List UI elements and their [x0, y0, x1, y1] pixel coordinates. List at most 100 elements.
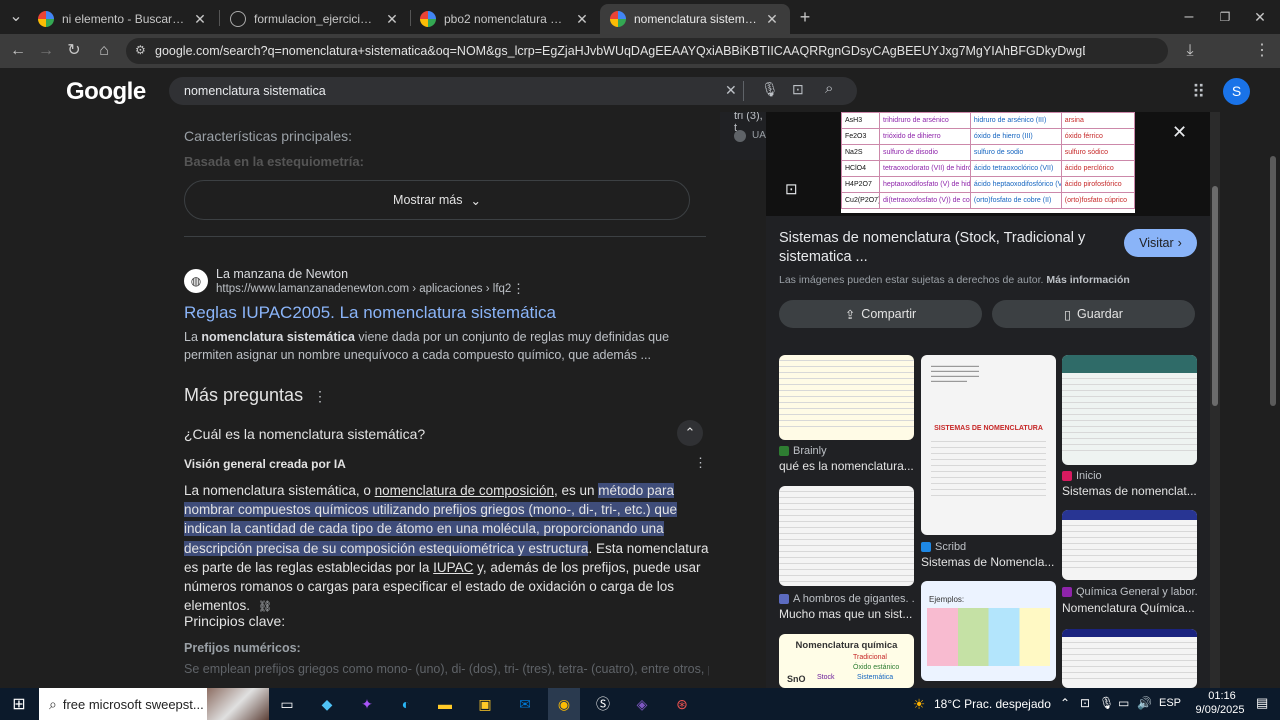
- window-close-icon[interactable]: ✕: [1248, 5, 1272, 29]
- related-caption[interactable]: Mucho mas que un sist...: [779, 607, 914, 621]
- image-preview[interactable]: AsH3 trihidruro de arsénico hidruro de ars…: [766, 112, 1210, 216]
- related-thumb-nomenclatura-quimica[interactable]: Nomenclatura química Tradicional Óxido e…: [779, 634, 914, 688]
- share-button[interactable]: ⇪ Compartir: [779, 300, 982, 328]
- question-text[interactable]: ¿Cuál es la nomenclatura sistemática?: [184, 426, 425, 442]
- download-icon[interactable]: ⤓: [1178, 39, 1202, 63]
- app-icon-purple[interactable]: ◈: [629, 692, 655, 716]
- result-site-name[interactable]: La manzana de Newton: [216, 267, 348, 281]
- site-settings-icon[interactable]: ⚙: [135, 43, 146, 57]
- notification-icon[interactable]: ▤: [1256, 695, 1268, 711]
- related-thumb-inicio[interactable]: [1062, 355, 1197, 465]
- restore-icon[interactable]: ❐: [1213, 5, 1237, 29]
- result-title-link[interactable]: Reglas IUPAC2005. La nomenclatura sistem…: [184, 303, 556, 323]
- microphone-icon[interactable]: 🎙: [761, 81, 779, 98]
- file-explorer-icon[interactable]: ▬: [432, 692, 458, 716]
- menu-dots-icon[interactable]: ⋮: [1250, 39, 1274, 63]
- copilot-icon[interactable]: ✦: [354, 692, 380, 716]
- tab-3[interactable]: pbo2 nomenclatura sistematica ✕: [410, 4, 600, 34]
- taskbar-search[interactable]: ⌕ free microsoft sweepst...: [39, 688, 269, 720]
- home-icon[interactable]: ⌂: [92, 39, 116, 63]
- lens-search-icon[interactable]: ⊡: [785, 180, 798, 198]
- apps-grid-icon[interactable]: ⠿: [1192, 82, 1205, 103]
- panel-scrollbar[interactable]: [1210, 112, 1220, 688]
- close-icon[interactable]: ✕: [764, 11, 780, 28]
- tray-icon-1[interactable]: ⊡: [1080, 696, 1090, 710]
- clear-icon[interactable]: ✕: [725, 82, 737, 99]
- close-icon[interactable]: ✕: [192, 11, 208, 28]
- search-icon[interactable]: ⌕: [825, 80, 833, 97]
- related-thumb-hombros[interactable]: [779, 486, 914, 586]
- related-thumb-scribd[interactable]: ▬▬▬▬▬▬▬▬▬▬▬▬ ▬▬▬▬▬▬▬▬▬▬▬▬ ▬▬▬▬▬▬▬▬▬▬▬▬ ▬▬▬▬…: [921, 355, 1056, 535]
- weather-text[interactable]: 18°C Prac. despejado: [934, 697, 1051, 711]
- outlook-icon[interactable]: ✉: [512, 692, 538, 716]
- language-indicator[interactable]: ESP: [1159, 697, 1181, 709]
- preview-table-row: Fe2O3 trióxido de dihierro óxido de hierro…: [840, 128, 1136, 145]
- account-avatar[interactable]: S: [1223, 78, 1250, 105]
- clock-time[interactable]: 01:16: [1192, 690, 1252, 702]
- save-button[interactable]: ▯ Guardar: [992, 300, 1195, 328]
- tray-chevron-icon[interactable]: ⌃: [1060, 696, 1070, 710]
- ai-link-iupac[interactable]: IUPAC: [433, 560, 473, 575]
- related-caption[interactable]: Nomenclatura Química...: [1062, 601, 1197, 615]
- chevron-up-icon[interactable]: ⌃: [677, 420, 703, 446]
- related-thumb-ejemplos[interactable]: Ejemplos:: [921, 581, 1056, 681]
- tab-search-icon[interactable]: ⌄: [4, 5, 28, 29]
- omnibox[interactable]: ⚙ google.com/search?q=nomenclatura+siste…: [126, 38, 1168, 64]
- related-caption[interactable]: Sistemas de Nomencla...: [921, 555, 1056, 569]
- ai-menu-icon[interactable]: ⋮: [694, 455, 707, 471]
- related-thumb-table-2[interactable]: [1062, 629, 1197, 688]
- result-breadcrumb[interactable]: https://www.lamanzanadenewton.com › apli…: [216, 283, 511, 295]
- show-more-button[interactable]: Mostrar más ⌄: [184, 180, 690, 220]
- minimize-icon[interactable]: –: [1177, 5, 1201, 29]
- windows-start-icon[interactable]: ⊞: [6, 692, 32, 716]
- source-name: A hombros de gigantes. ...: [793, 593, 914, 605]
- tab-1[interactable]: ni elemento - Buscar con Goog ✕: [28, 4, 218, 34]
- app-icon-1[interactable]: ◆: [314, 692, 340, 716]
- app-icon-red[interactable]: ⊛: [669, 692, 695, 716]
- app-icon-s[interactable]: Ⓢ: [590, 692, 616, 716]
- search-input[interactable]: nomenclatura sistematica: [184, 84, 326, 98]
- result-menu-icon[interactable]: ⋮: [512, 281, 525, 297]
- copyright-notice: Las imágenes pueden estar sujetas a dere…: [779, 274, 1130, 286]
- close-panel-icon[interactable]: ✕: [1172, 122, 1187, 143]
- more-info-link[interactable]: Más información: [1046, 274, 1129, 286]
- scrollbar-thumb[interactable]: [1212, 186, 1218, 406]
- volume-icon[interactable]: 🔊: [1137, 696, 1152, 710]
- image-title[interactable]: Sistemas de nomenclatura (Stock, Tradici…: [779, 229, 1109, 267]
- related-source: Scribd: [921, 541, 1056, 553]
- network-icon[interactable]: ▭: [1118, 696, 1129, 710]
- tab-4-active[interactable]: nomenclatura sistematica - Bus ✕: [600, 4, 790, 34]
- related-thumb-quimica[interactable]: [1062, 510, 1197, 580]
- related-thumb-brainly[interactable]: [779, 355, 914, 440]
- windows-taskbar: ⊞ ⌕ free microsoft sweepst... ▭ ◆ ✦ ◐ ▬ …: [0, 688, 1280, 720]
- task-view-icon[interactable]: ▭: [274, 692, 300, 716]
- related-caption[interactable]: qué es la nomenclatura...: [779, 459, 914, 473]
- clock-date[interactable]: 9/09/2025: [1188, 704, 1252, 716]
- microphone-icon[interactable]: 🎙: [1099, 696, 1114, 710]
- preview-table-cell: heptaoxodifosfato (V) de hidrógeno: [879, 176, 971, 193]
- tab-2[interactable]: formulacion_ejercicios.pdf ✕: [220, 4, 410, 34]
- search-box[interactable]: nomenclatura sistematica ✕ 🎙 ⊡ ⌕: [169, 77, 857, 105]
- back-icon[interactable]: ←: [6, 39, 30, 63]
- ai-link-composition[interactable]: nomenclatura de composición: [375, 483, 554, 498]
- link-chain-icon[interactable]: ⛓: [258, 601, 272, 613]
- weather-icon[interactable]: ☀: [906, 692, 932, 716]
- close-icon[interactable]: ✕: [574, 11, 590, 28]
- taskbar-search-input[interactable]: free microsoft sweepst...: [63, 697, 204, 712]
- more-questions-menu-icon[interactable]: ⋮: [313, 388, 327, 405]
- edge-icon[interactable]: ◐: [393, 692, 419, 716]
- reload-icon[interactable]: ↻: [62, 39, 86, 63]
- page-scrollbar-thumb[interactable]: [1270, 156, 1276, 406]
- tab-title: pbo2 nomenclatura sistematica: [444, 12, 568, 26]
- google-logo[interactable]: Google: [66, 78, 146, 106]
- related-caption[interactable]: Sistemas de nomenclat...: [1062, 484, 1197, 498]
- chrome-icon[interactable]: ◉: [551, 692, 577, 716]
- new-tab-icon[interactable]: +: [793, 5, 817, 29]
- store-icon[interactable]: ▣: [472, 692, 498, 716]
- chevron-down-icon: ⌄: [470, 193, 481, 208]
- forward-icon[interactable]: →: [34, 39, 58, 63]
- lens-icon[interactable]: ⊡: [792, 81, 804, 98]
- visit-button[interactable]: Visitar ›: [1124, 229, 1197, 257]
- preview-table-cell: sulfuro de sodio: [969, 144, 1062, 161]
- close-icon[interactable]: ✕: [384, 11, 400, 28]
